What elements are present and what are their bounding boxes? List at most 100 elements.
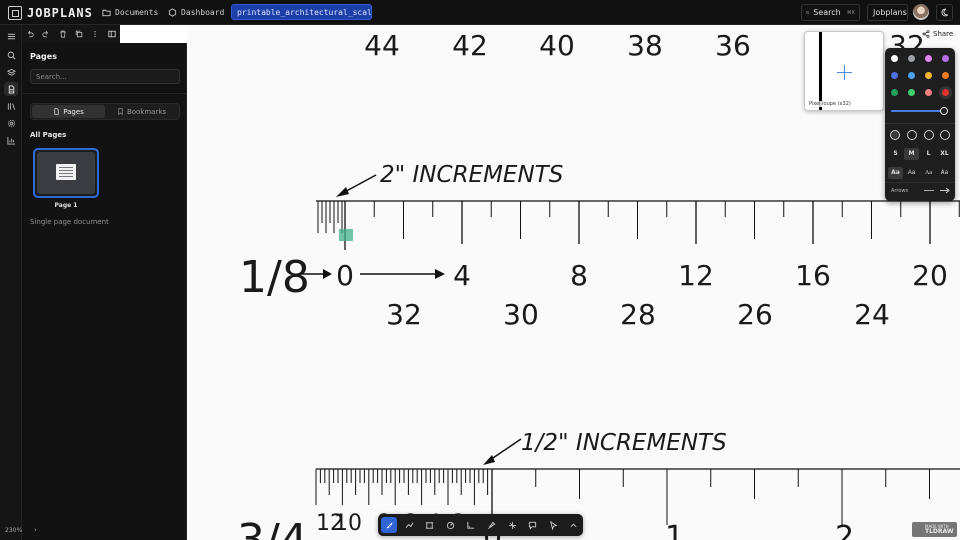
scale-number: 20	[912, 259, 948, 292]
rail-search-button[interactable]	[4, 48, 18, 62]
sidebar-toggle-button[interactable]	[104, 26, 120, 43]
more-tools-button[interactable]	[565, 517, 581, 533]
fill-none-option[interactable]	[890, 130, 900, 140]
jobplans-logo-icon	[8, 5, 22, 20]
size-m-option[interactable]: M	[904, 148, 919, 160]
trash-icon	[60, 30, 66, 38]
theme-toggle-button[interactable]	[936, 4, 953, 21]
style-panel: S M L XL Aa Aa Aa Aa Arrows	[885, 48, 955, 201]
rail-settings-button[interactable]	[4, 116, 18, 130]
redo-icon	[42, 30, 49, 38]
scale-number: 8	[570, 259, 588, 292]
scale-number: 40	[539, 29, 575, 62]
font-sans-option[interactable]: Aa	[904, 167, 919, 179]
duplicate-button[interactable]	[71, 26, 87, 43]
size-s-option[interactable]: S	[888, 148, 903, 160]
page-thumbnail-preview	[37, 152, 95, 194]
fill-solid-option[interactable]	[924, 130, 934, 140]
ruler-tool-button[interactable]	[381, 517, 397, 533]
divider	[22, 93, 187, 94]
font-serif-option[interactable]: Aa	[921, 167, 936, 179]
arrows-label: Arrows	[891, 188, 909, 194]
scale-label: 3/4	[237, 515, 308, 540]
font-mono-option[interactable]: Aa	[937, 167, 952, 179]
color-swatch[interactable]	[891, 55, 898, 62]
color-swatch[interactable]	[908, 55, 915, 62]
circle-tool-button[interactable]	[442, 517, 458, 533]
color-swatch[interactable]	[942, 89, 949, 96]
opacity-slider[interactable]	[891, 110, 947, 112]
made-with-tldraw-badge[interactable]: MADE WITH TLDRAW	[912, 522, 957, 537]
more-button[interactable]	[87, 26, 103, 43]
comment-icon	[528, 521, 536, 530]
color-swatch[interactable]	[925, 55, 932, 62]
canvas-header-strip	[120, 25, 187, 43]
area-tool-button[interactable]	[421, 517, 437, 533]
opacity-slider-handle[interactable]	[940, 107, 948, 115]
rail-pages-button[interactable]	[4, 82, 18, 96]
user-menu-button[interactable]: Jobplans	[867, 4, 908, 21]
color-swatch[interactable]	[891, 89, 898, 96]
curve-icon	[405, 522, 413, 528]
color-swatch[interactable]	[925, 89, 932, 96]
tab-pages[interactable]: Pages	[32, 105, 105, 118]
tab-bookmarks-label: Bookmarks	[126, 107, 167, 116]
color-swatch[interactable]	[908, 72, 915, 79]
page-thumbnail-label: Page 1	[54, 202, 78, 209]
zoom-level[interactable]: 230%	[5, 527, 22, 534]
tab-bookmarks[interactable]: Bookmarks	[105, 105, 178, 118]
nav-dashboard-label: Dashboard	[181, 8, 225, 17]
annotation-arrowhead	[483, 455, 495, 465]
color-swatch[interactable]	[908, 89, 915, 96]
search-button[interactable]: Search ⌘K	[801, 4, 860, 21]
fill-semi-option[interactable]	[907, 130, 917, 140]
pages-icon	[8, 84, 14, 94]
increments-annotation: 1/2" INCREMENTS	[521, 430, 727, 456]
size-l-option[interactable]: L	[921, 148, 936, 160]
comment-tool-button[interactable]	[524, 517, 540, 533]
layers-icon	[6, 68, 16, 76]
rail-analytics-button[interactable]	[4, 133, 18, 147]
more-icon	[94, 30, 97, 38]
share-button[interactable]: Share	[922, 27, 953, 41]
page-thumbnail[interactable]	[33, 148, 99, 198]
angle-tool-button[interactable]	[462, 517, 478, 533]
pages-search-input[interactable]	[30, 69, 180, 84]
search-icon	[806, 11, 810, 14]
scale-number: 30	[503, 298, 539, 331]
chevron-right-icon[interactable]: ›	[34, 526, 37, 534]
page-icon	[54, 108, 59, 115]
color-swatch[interactable]	[925, 72, 932, 79]
arrow-end-icon[interactable]	[939, 186, 951, 195]
calibrate-tool-button[interactable]	[504, 517, 520, 533]
dashboard-icon	[168, 8, 177, 17]
rail-library-button[interactable]	[4, 99, 18, 113]
color-swatch[interactable]	[942, 72, 949, 79]
redo-button[interactable]	[38, 26, 54, 43]
size-xl-option[interactable]: XL	[937, 148, 952, 160]
scale-number: 36	[715, 29, 751, 62]
select-tool-button[interactable]	[545, 517, 561, 533]
color-swatch[interactable]	[942, 55, 949, 62]
current-document-tab[interactable]: printable_architectural_scale.p	[231, 4, 372, 20]
avatar[interactable]	[913, 4, 929, 20]
delete-button[interactable]	[55, 26, 71, 43]
brand-logo[interactable]: JOBPLANS	[8, 4, 93, 21]
nav-documents-label: Documents	[115, 8, 159, 17]
pin-tool-button[interactable]	[483, 517, 499, 533]
menu-button[interactable]	[4, 29, 18, 43]
watermark-line2: TLDRAW	[925, 528, 954, 535]
arrow-start-icon[interactable]	[923, 186, 935, 195]
annotation-arrowhead	[336, 187, 349, 197]
color-swatch[interactable]	[891, 72, 898, 79]
nav-documents[interactable]: Documents	[102, 5, 158, 20]
nav-dashboard[interactable]: Dashboard	[168, 5, 224, 20]
scale-number: 42	[452, 29, 488, 62]
font-draw-option[interactable]: Aa	[888, 167, 903, 179]
duplicate-icon	[75, 30, 83, 38]
undo-button[interactable]	[22, 26, 38, 43]
fill-pattern-option[interactable]	[940, 130, 950, 140]
rail-layers-button[interactable]	[4, 65, 18, 79]
polyline-tool-button[interactable]	[401, 517, 417, 533]
chart-icon	[6, 136, 15, 145]
